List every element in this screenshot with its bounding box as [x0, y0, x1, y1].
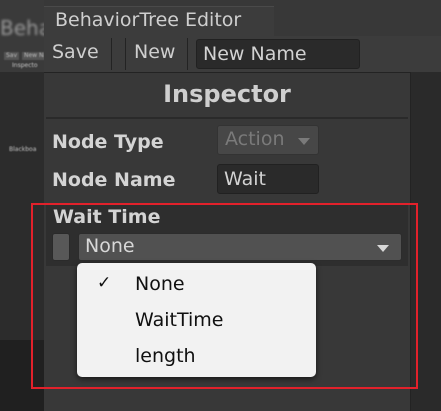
toolbar-separator [187, 38, 188, 70]
node-type-dropdown: Action [217, 125, 319, 155]
node-name-input[interactable] [217, 164, 319, 194]
save-button[interactable]: Save [52, 41, 99, 63]
inspector-divider [46, 117, 408, 119]
tree-name-input[interactable] [196, 39, 360, 69]
node-name-label: Node Name [52, 169, 176, 191]
node-type-value: Action [225, 128, 285, 150]
window-title: BehaviorTree Editor [55, 9, 242, 31]
node-type-label: Node Type [52, 131, 164, 153]
chevron-down-icon [298, 138, 310, 145]
background-blackboard-label: Blackboa [9, 146, 37, 153]
toolbar-separator [125, 38, 126, 70]
new-button[interactable]: New [134, 41, 175, 63]
toolbar-separator [111, 38, 112, 70]
background-save-button: Sav [4, 52, 20, 60]
background-inspector-label: Inspecto [12, 62, 38, 69]
inspector-title: Inspector [163, 80, 291, 108]
highlight-annotation [31, 203, 418, 389]
